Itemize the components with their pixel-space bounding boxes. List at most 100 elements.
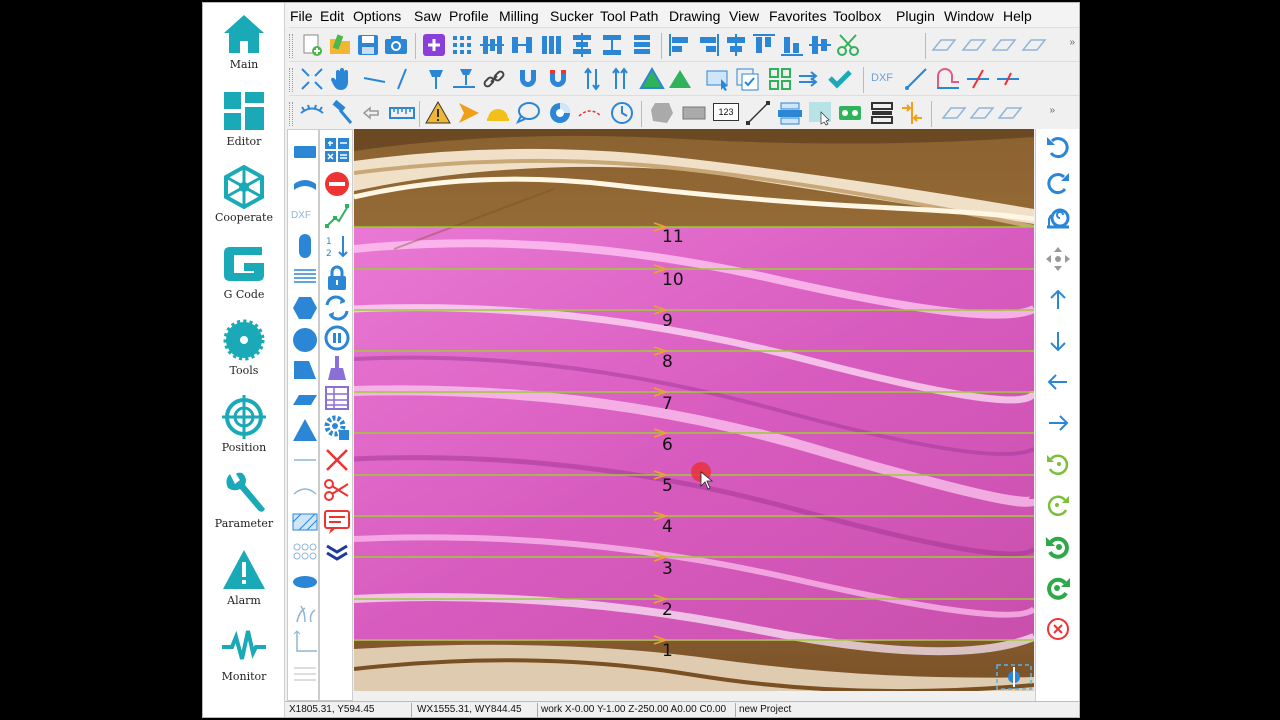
- collapse-button[interactable]: [323, 538, 351, 566]
- slab-view-1-button[interactable]: [931, 32, 957, 58]
- align-right-button[interactable]: [695, 32, 721, 58]
- align-vcenter-button[interactable]: [479, 32, 505, 58]
- pin-button[interactable]: [423, 66, 449, 92]
- align-left-button[interactable]: [667, 32, 693, 58]
- menu-drawing[interactable]: Drawing: [669, 8, 720, 24]
- hammer-button[interactable]: [329, 99, 355, 126]
- select-window-button[interactable]: [705, 66, 731, 92]
- calculator-button[interactable]: [323, 136, 351, 164]
- distribute-v-button[interactable]: [599, 32, 625, 58]
- table-button[interactable]: [323, 384, 351, 412]
- add-part-button[interactable]: [421, 32, 447, 58]
- dxf-import-button[interactable]: DXF: [871, 66, 897, 92]
- hline-button[interactable]: [291, 446, 319, 474]
- menu-toolbox[interactable]: Toolbox: [833, 8, 881, 24]
- circles-pattern-button[interactable]: [291, 538, 319, 566]
- lock-button[interactable]: [323, 264, 351, 292]
- layers-button[interactable]: [777, 100, 803, 126]
- mirror-v-button[interactable]: [607, 66, 633, 92]
- menu-favorites[interactable]: Favorites: [769, 8, 827, 24]
- toolbar-overflow-icon[interactable]: »: [1069, 37, 1075, 48]
- rotate-90-ccw-button[interactable]: [1045, 534, 1071, 560]
- axes-button[interactable]: [291, 628, 319, 656]
- ruler-button[interactable]: [389, 100, 415, 126]
- move-left-button[interactable]: [1045, 369, 1071, 395]
- select-check-button[interactable]: [735, 66, 761, 92]
- rounded-rect-button[interactable]: [291, 232, 319, 260]
- move-right-button[interactable]: [1045, 410, 1071, 436]
- nav-position[interactable]: Position: [203, 386, 285, 456]
- align-top-button[interactable]: [751, 32, 777, 58]
- nav-main[interactable]: Main: [203, 3, 285, 73]
- distribute-h-button[interactable]: [509, 32, 535, 58]
- settings-button[interactable]: [323, 414, 351, 442]
- clean-button[interactable]: [323, 354, 351, 382]
- parallelogram-button[interactable]: [291, 386, 319, 414]
- slab-view-3-button[interactable]: [991, 32, 1017, 58]
- menu-options[interactable]: Options: [353, 8, 401, 24]
- select-region-button[interactable]: [807, 100, 833, 126]
- distribute-v2-button[interactable]: [629, 32, 655, 58]
- board-button[interactable]: [837, 100, 863, 126]
- panel-3-button[interactable]: [997, 100, 1023, 126]
- polygon-button[interactable]: [649, 100, 675, 126]
- menu-plugin[interactable]: Plugin: [896, 8, 935, 24]
- profile-arc-button[interactable]: [935, 66, 961, 92]
- menu-saw[interactable]: Saw: [414, 8, 441, 24]
- open-button[interactable]: [327, 32, 353, 58]
- mirror-h-button[interactable]: [579, 66, 605, 92]
- nest-button[interactable]: [767, 66, 793, 92]
- magnet-button[interactable]: [515, 66, 541, 92]
- align-bottom-button[interactable]: [779, 32, 805, 58]
- menu-edit[interactable]: Edit: [320, 8, 344, 24]
- menu-profile[interactable]: Profile: [449, 8, 489, 24]
- split-button[interactable]: [899, 100, 925, 126]
- cut-line-button[interactable]: [965, 66, 991, 92]
- trapezoid-button[interactable]: [291, 356, 319, 384]
- clock-button[interactable]: [609, 100, 635, 126]
- align-center-button[interactable]: [723, 32, 749, 58]
- rectangle-button[interactable]: [681, 100, 707, 126]
- nav-monitor[interactable]: Monitor: [203, 615, 285, 685]
- hexagon-button[interactable]: [291, 294, 319, 322]
- path-button[interactable]: [323, 202, 351, 230]
- plant-button[interactable]: [291, 598, 319, 626]
- curve-button[interactable]: [577, 100, 603, 126]
- checkmark-button[interactable]: [827, 66, 853, 92]
- triangle-alt-button[interactable]: [667, 66, 693, 92]
- measure-button[interactable]: [481, 66, 507, 92]
- rotate-ccw-button[interactable]: [1045, 451, 1071, 477]
- pin-line-button[interactable]: [451, 66, 477, 92]
- line-draw-button[interactable]: [903, 66, 929, 92]
- menu-help[interactable]: Help: [1003, 8, 1032, 24]
- slow-speed-button[interactable]: [1045, 205, 1071, 231]
- slab-view-4-button[interactable]: [1021, 32, 1047, 58]
- toolbar-grip[interactable]: [289, 68, 293, 92]
- arc-shape-button[interactable]: [291, 170, 319, 198]
- work-canvas[interactable]: 11 10 9 8 7 6 5 4 3 2 1: [354, 129, 1034, 691]
- hatch-button[interactable]: [291, 508, 319, 536]
- rotate-90-cw-button[interactable]: [1045, 575, 1071, 601]
- back-button[interactable]: [359, 100, 385, 126]
- comment-button[interactable]: [515, 100, 541, 126]
- redo-button[interactable]: [1045, 169, 1071, 195]
- menu-window[interactable]: Window: [944, 8, 994, 24]
- pan-button[interactable]: [329, 66, 355, 92]
- nav-parameter[interactable]: Parameter: [203, 462, 285, 532]
- align-middle-button[interactable]: [807, 32, 833, 58]
- new-button[interactable]: [299, 32, 325, 58]
- lines-button[interactable]: [291, 262, 319, 290]
- magnet-red-button[interactable]: [545, 66, 571, 92]
- number-button[interactable]: 123: [713, 103, 739, 121]
- toolbar-grip[interactable]: [289, 34, 293, 58]
- cut-line-2-button[interactable]: [995, 66, 1021, 92]
- ellipse-button[interactable]: [291, 568, 319, 596]
- pause-button[interactable]: [323, 324, 351, 352]
- panel-1-button[interactable]: [941, 100, 967, 126]
- stop-button[interactable]: [323, 170, 351, 198]
- circle-button[interactable]: [291, 326, 319, 354]
- undo-button[interactable]: [1045, 133, 1071, 159]
- move-down-button[interactable]: [1045, 328, 1071, 354]
- cut-button[interactable]: [835, 32, 861, 58]
- line-tool-button[interactable]: [361, 66, 387, 92]
